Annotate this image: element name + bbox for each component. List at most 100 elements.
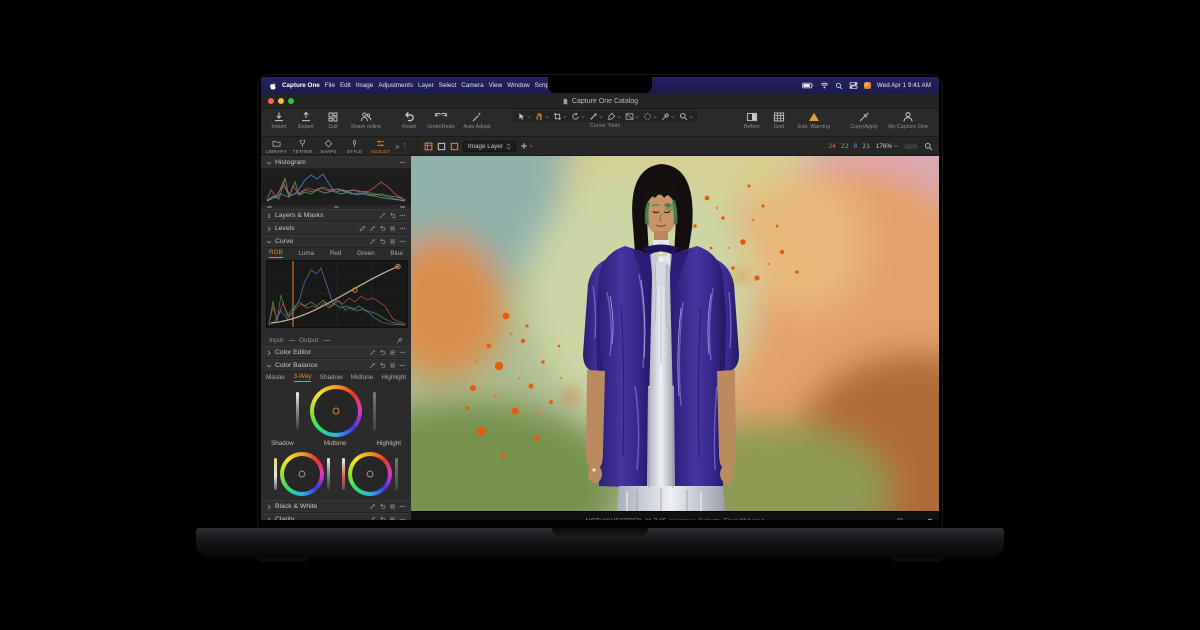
layer-select-dropdown[interactable]: Image Layer [463, 140, 517, 152]
cb-tab-midtone[interactable]: Midtone [351, 374, 373, 381]
battery-icon[interactable] [802, 82, 814, 89]
cull-button[interactable]: Cull [321, 111, 345, 130]
tab-tether[interactable]: TETHER [290, 139, 315, 154]
before-button[interactable]: Before [740, 111, 764, 130]
control-center-icon[interactable] [849, 81, 858, 90]
cursor-tool-pointer[interactable] [517, 112, 531, 121]
cursor-tool-eyedropper[interactable] [661, 112, 675, 121]
photo-canvas[interactable] [411, 156, 939, 512]
panel-header-color-balance[interactable]: Color Balance [261, 359, 411, 372]
menu-item-select[interactable]: Select [439, 82, 457, 89]
tab-adjust[interactable]: ADJUST [368, 139, 393, 154]
menu-item-file[interactable]: File [325, 82, 335, 89]
apple-menu-icon[interactable] [269, 82, 277, 90]
panel-header-black-white[interactable]: Black & White [261, 500, 411, 513]
cursor-tool-heal[interactable] [643, 112, 657, 121]
zoom-slider[interactable] [904, 143, 918, 149]
curve-tab-luma[interactable]: Luma [298, 250, 314, 257]
panel-menu-dots-icon[interactable] [399, 349, 406, 356]
panel-reset-icon[interactable] [389, 212, 396, 219]
panel-menu-dots-icon[interactable] [399, 238, 406, 245]
cb-tab-shadow[interactable]: Shadow [320, 374, 343, 381]
panel-menu-dots-icon[interactable] [399, 516, 406, 520]
highlight-lightness-slider[interactable] [395, 458, 399, 490]
panel-menu-dots-icon[interactable] [399, 212, 406, 219]
panel-header-clarity[interactable]: Clarity [261, 513, 411, 520]
reset-button[interactable]: Reset [397, 111, 421, 130]
copy-apply-button[interactable]: Copy/Apply [845, 111, 883, 130]
cursor-tool-pan[interactable] [535, 112, 549, 121]
my-capture-one-button[interactable]: My Capture One [886, 111, 930, 130]
midtone-lightness-slider[interactable] [373, 392, 376, 430]
panel-reset-icon[interactable] [379, 238, 386, 245]
panel-brush-icon[interactable] [369, 238, 376, 245]
tab-library[interactable]: LIBRARY [264, 139, 289, 154]
cb-tab-master[interactable]: Master [266, 374, 285, 381]
panel-reset-icon[interactable] [379, 349, 386, 356]
panel-header-color-editor[interactable]: Color Editor [261, 346, 411, 359]
curve-graph[interactable] [266, 260, 408, 328]
panel-header-levels[interactable]: Levels [261, 222, 411, 235]
panel-brush-icon[interactable] [369, 349, 376, 356]
menu-bar-app-dot-icon[interactable] [863, 82, 871, 89]
undo-redo-button[interactable]: Undo/Redo [424, 111, 458, 130]
menu-item-layer[interactable]: Layer [418, 82, 434, 89]
panel-brush-icon[interactable] [369, 516, 376, 520]
curve-tab-blue[interactable]: Blue [390, 250, 403, 257]
export-button[interactable]: Export [294, 111, 318, 130]
panel-menu-dots-icon[interactable] [399, 225, 406, 232]
panel-list-icon[interactable] [389, 516, 396, 520]
highlight-color-wheel[interactable] [348, 452, 393, 496]
menu-item-image[interactable]: Image [356, 82, 374, 89]
cb-tab-highlight[interactable]: Highlight [381, 374, 406, 381]
cursor-tool-draw-mask[interactable] [589, 112, 603, 121]
cursor-tool-pen[interactable] [607, 112, 621, 121]
panel-pencil-icon[interactable] [359, 225, 366, 232]
panel-reset-icon[interactable] [379, 362, 386, 369]
zoom-window-button[interactable] [288, 98, 294, 104]
tabs-overflow-menu[interactable]: ⋮ [401, 142, 408, 150]
panel-header-histogram[interactable]: Histogram [261, 156, 411, 169]
zoom-level-dropdown[interactable]: 176% [876, 143, 898, 150]
cursor-tool-crop[interactable] [553, 112, 567, 121]
thumbnail-toggle-icon[interactable] [897, 518, 903, 520]
midtone-saturation-slider[interactable] [296, 392, 299, 430]
spotlight-search-icon[interactable] [835, 82, 843, 90]
panel-list-icon[interactable] [389, 349, 396, 356]
import-button[interactable]: Import [267, 111, 291, 130]
empty-layer-chip-icon[interactable] [437, 142, 446, 151]
panel-brush-icon[interactable] [379, 212, 386, 219]
panel-list-icon[interactable] [389, 503, 396, 510]
midtone-color-wheel[interactable] [310, 385, 362, 437]
more-tabs-chevrons[interactable]: » [395, 142, 399, 151]
panel-menu-dots-icon[interactable] [399, 159, 406, 166]
menu-item-window[interactable]: Window [507, 82, 529, 89]
panel-menu-dots-icon[interactable] [399, 362, 406, 369]
curve-tab-rgb[interactable]: RGB [269, 249, 283, 258]
exposure-warning-button[interactable]: Exp. Warning [794, 111, 834, 130]
auto-adjust-button[interactable]: Auto Adjust [461, 111, 493, 130]
grid-button[interactable]: Grid [767, 111, 791, 130]
tab-style[interactable]: STYLE [342, 139, 367, 154]
wifi-icon[interactable] [820, 81, 829, 90]
panel-reset-icon[interactable] [379, 516, 386, 520]
menu-item-adjustments[interactable]: Adjustments [378, 82, 413, 89]
shadow-color-wheel[interactable] [279, 452, 324, 496]
curve-eyedropper-icon[interactable] [396, 337, 403, 344]
panel-menu-dots-icon[interactable] [399, 503, 406, 510]
panel-brush-icon[interactable] [369, 225, 376, 232]
fill-mask-chip-icon[interactable] [424, 142, 433, 151]
panel-header-layers-masks[interactable]: Layers & Masks [261, 209, 411, 222]
curve-tab-green[interactable]: Green [357, 250, 375, 257]
menu-item-edit[interactable]: Edit [340, 82, 351, 89]
panel-brush-icon[interactable] [369, 362, 376, 369]
cursor-tool-loupe[interactable] [679, 112, 693, 121]
menu-item-view[interactable]: View [489, 82, 503, 89]
curve-tab-red[interactable]: Red [330, 250, 342, 257]
menu-item-camera[interactable]: Camera [461, 82, 483, 89]
panel-brush-icon[interactable] [369, 503, 376, 510]
panel-list-icon[interactable] [389, 362, 396, 369]
menu-item-app[interactable]: Capture One [282, 82, 320, 89]
panel-reset-icon[interactable] [379, 225, 386, 232]
active-layer-chip-icon[interactable] [450, 142, 459, 151]
